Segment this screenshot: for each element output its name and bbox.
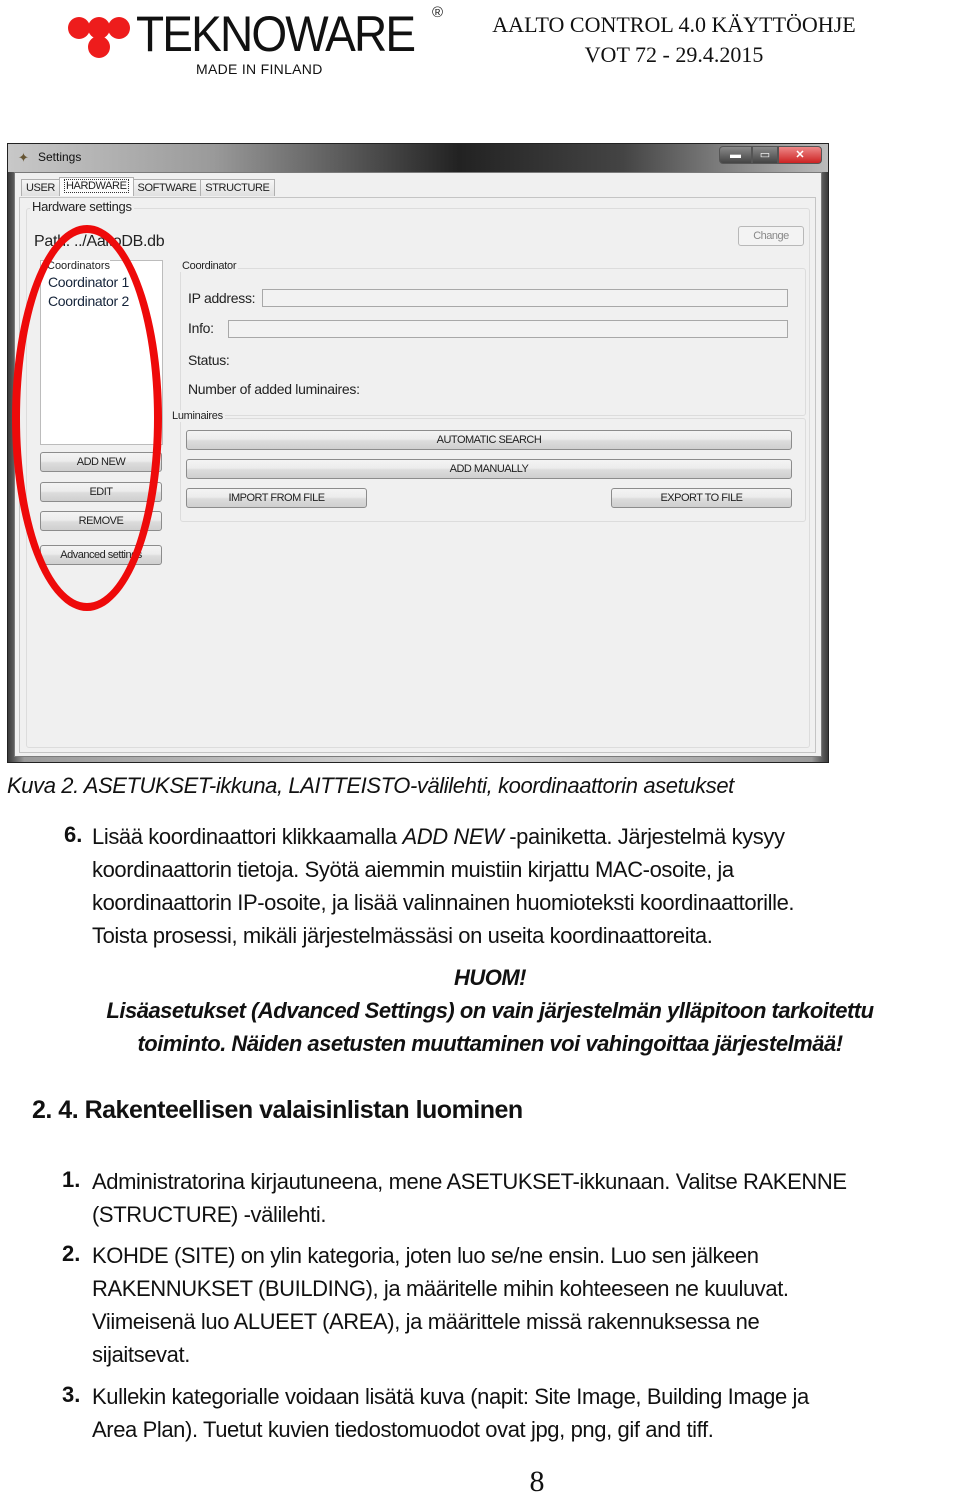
- export-to-file-button[interactable]: EXPORT TO FILE: [611, 488, 792, 508]
- logo-brand: TEKNOWARE: [136, 6, 416, 62]
- section-heading: 2. 4. Rakenteellisen valaisinlistan luom…: [32, 1096, 523, 1124]
- change-path-button[interactable]: Change: [738, 226, 804, 246]
- warning-title: HUOM!: [453, 965, 527, 990]
- luminaires-group-title: Luminaires: [170, 410, 225, 422]
- minimize-button[interactable]: ▬: [719, 146, 752, 164]
- remove-button[interactable]: REMOVE: [40, 511, 162, 531]
- coordinator-group-title: Coordinator: [180, 260, 239, 272]
- automatic-search-button[interactable]: AUTOMATIC SEARCH: [186, 430, 792, 450]
- step-6-text: Lisää koordinaattori klikkaamalla ADD NE…: [92, 820, 795, 952]
- maximize-button[interactable]: ▭: [752, 146, 778, 164]
- coordinators-list-title: Coordinators: [47, 260, 110, 272]
- add-new-button[interactable]: ADD NEW: [40, 452, 162, 472]
- step-3-text: Kullekin kategorialle voidaan lisätä kuv…: [92, 1384, 809, 1442]
- coordinators-list[interactable]: Coordinators Coordinator 1 Coordinator 2: [40, 260, 163, 445]
- add-manually-button[interactable]: ADD MANUALLY: [186, 459, 792, 479]
- settings-window: ✦ Settings ▬ ▭ ✕ USER HARDWARE SOFTWARE …: [7, 143, 829, 763]
- document-title-line1: AALTO CONTROL 4.0 KÄYTTÖOHJE: [492, 12, 856, 37]
- info-label: Info:: [188, 320, 214, 336]
- step-6-line: Toista prosessi, mikäli järjestelmässäsi…: [92, 923, 713, 948]
- tab-software[interactable]: SOFTWARE: [132, 179, 202, 196]
- settings-tabs: USER HARDWARE SOFTWARE STRUCTURE: [21, 177, 275, 198]
- step-number: 2.: [62, 1241, 81, 1266]
- page-number: 8: [529, 1465, 545, 1498]
- window-client-area: USER HARDWARE SOFTWARE STRUCTURE Hardwar…: [14, 172, 822, 757]
- step-2-text: KOHDE (SITE) on ylin kategoria, joten lu…: [92, 1243, 789, 1367]
- tab-hardware[interactable]: HARDWARE: [58, 177, 134, 196]
- status-label: Status:: [188, 352, 230, 368]
- step-6-line: Lisää koordinaattori klikkaamalla ADD NE…: [92, 824, 785, 849]
- document-title-line2: VOT 72 - 29.4.2015: [584, 42, 764, 67]
- database-path: Path: ../AaltoDB.db: [34, 233, 165, 250]
- info-input[interactable]: [228, 320, 788, 338]
- step-number: 6.: [64, 822, 83, 847]
- tab-user[interactable]: USER: [21, 179, 60, 196]
- hardware-tab-panel: Hardware settings Path: ../AaltoDB.db Ch…: [19, 197, 816, 753]
- add-new-emphasis: ADD NEW: [402, 824, 504, 849]
- import-from-file-button[interactable]: IMPORT FROM FILE: [186, 488, 367, 508]
- advanced-settings-button[interactable]: Advanced settings: [40, 545, 162, 565]
- figure-caption: Kuva 2. ASETUKSET-ikkuna, LAITTEISTO-väl…: [7, 773, 734, 798]
- window-titlebar[interactable]: ✦ Settings ▬ ▭ ✕: [8, 144, 828, 172]
- step-1-text: Administratorina kirjautuneena, mene ASE…: [92, 1169, 847, 1227]
- coordinator-list-item[interactable]: Coordinator 1: [48, 274, 129, 290]
- document-title: AALTO CONTROL 4.0 KÄYTTÖOHJE VOT 72 - 29…: [464, 10, 884, 70]
- step-6-line: koordinaattorin tietoja. Syötä aiemmin m…: [92, 857, 734, 882]
- warning-line: Lisäasetukset (Advanced Settings) on vai…: [106, 998, 874, 1023]
- step-6-line: koordinaattorin IP-osoite, ja lisää vali…: [92, 890, 795, 915]
- step-number: 3.: [62, 1382, 81, 1407]
- logo-tagline: MADE IN FINLAND: [196, 61, 323, 77]
- logo-dots-icon: [66, 12, 132, 62]
- edit-button[interactable]: EDIT: [40, 482, 162, 502]
- coordinator-list-item[interactable]: Coordinator 2: [48, 293, 129, 309]
- window-title: Settings: [38, 150, 82, 164]
- ip-address-input[interactable]: [262, 289, 788, 307]
- close-button[interactable]: ✕: [778, 146, 822, 164]
- ip-address-label: IP address:: [188, 290, 256, 306]
- hardware-settings-title: Hardware settings: [30, 199, 134, 214]
- warning-line: toiminto. Näiden asetusten muuttaminen v…: [137, 1031, 843, 1056]
- registered-mark: ®: [432, 4, 444, 21]
- tab-structure[interactable]: STRUCTURE: [200, 179, 275, 196]
- app-icon: ✦: [18, 150, 29, 165]
- luminaire-count-label: Number of added luminaires:: [188, 381, 360, 397]
- step-number: 1.: [62, 1167, 81, 1192]
- teknoware-logo: TEKNOWARE ® MADE IN FINLAND: [66, 4, 456, 80]
